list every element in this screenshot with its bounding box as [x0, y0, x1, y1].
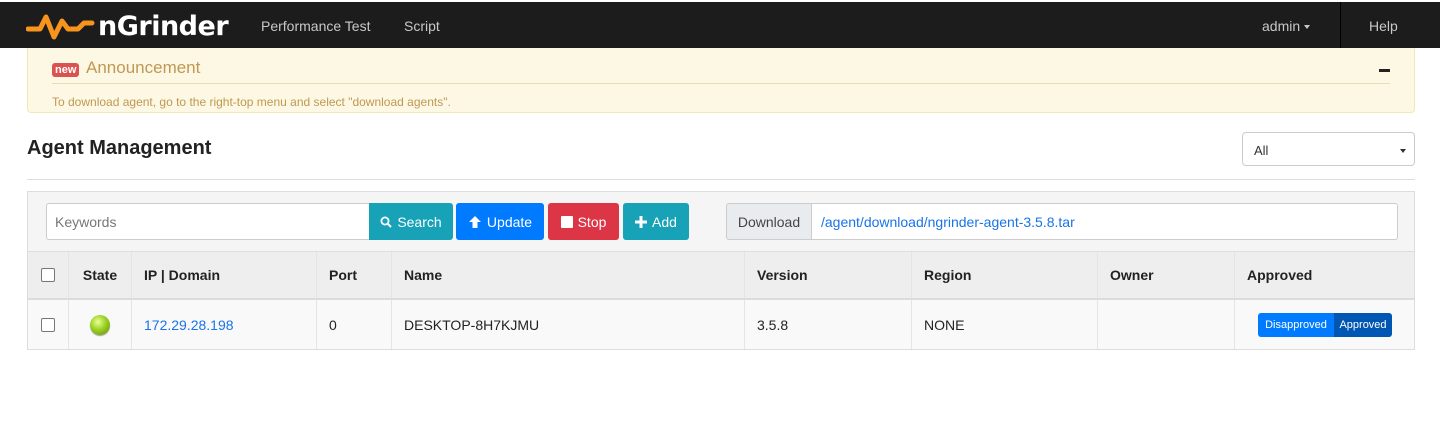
page-title: Agent Management: [27, 137, 212, 159]
search-button-label: Search: [397, 213, 442, 230]
owner-cell: [1097, 300, 1234, 349]
announcement-divider: [52, 83, 1390, 84]
row-select-cell: [28, 300, 68, 349]
new-badge: new: [52, 63, 80, 77]
region-select-value: All: [1254, 143, 1269, 158]
header-owner[interactable]: Owner: [1097, 252, 1234, 298]
table-header: State IP | Domain Port Name Version Regi…: [28, 251, 1414, 300]
agent-panel: Search Update Stop Add Download /agent/d…: [27, 191, 1415, 350]
disapproved-option[interactable]: Disapproved: [1258, 313, 1334, 337]
region-cell: NONE: [911, 300, 1097, 349]
approved-option[interactable]: Approved: [1334, 313, 1392, 337]
table-row: 172.29.28.198 0 DESKTOP-8H7KJMU 3.5.8 NO…: [28, 300, 1414, 349]
minus-icon[interactable]: [1379, 69, 1390, 72]
header-ip-domain[interactable]: IP | Domain: [131, 252, 316, 298]
header-select-cell: [28, 252, 68, 298]
download-agent-link[interactable]: /agent/download/ngrinder-agent-3.5.8.tar: [812, 203, 1398, 240]
brand-name: nGrinder: [98, 10, 229, 42]
caret-down-icon: [1304, 25, 1311, 30]
top-navbar: nGrinder Performance Test Script admin H…: [0, 0, 1440, 50]
state-cell: [68, 300, 131, 349]
nav-script[interactable]: Script: [404, 18, 440, 34]
brand-logo[interactable]: nGrinder: [26, 8, 229, 44]
region-select[interactable]: All: [1242, 132, 1415, 166]
row-checkbox[interactable]: [41, 317, 55, 332]
header-state[interactable]: State: [68, 252, 131, 298]
stop-button-label: Stop: [577, 213, 607, 230]
user-menu[interactable]: admin: [1262, 18, 1311, 34]
name-cell: DESKTOP-8H7KJMU: [391, 300, 744, 349]
version-cell: 3.5.8: [744, 300, 911, 349]
keywords-field[interactable]: [46, 203, 370, 240]
header-version[interactable]: Version: [744, 252, 911, 298]
arrow-up-icon: [468, 215, 481, 228]
header-region[interactable]: Region: [911, 252, 1097, 298]
announcement-panel: new Announcement To download agent, go t…: [27, 48, 1415, 113]
add-button-label: Add: [652, 213, 677, 230]
plus-icon: [635, 215, 648, 228]
announcement-title: Announcement: [86, 58, 201, 77]
ip-cell: 172.29.28.198: [131, 300, 316, 349]
announcement-text: To download agent, go to the right-top m…: [52, 95, 451, 109]
download-label: Download: [726, 203, 812, 240]
port-cell: 0: [316, 300, 391, 349]
stop-icon: [560, 215, 573, 228]
header-approved[interactable]: Approved: [1234, 252, 1414, 298]
header-port[interactable]: Port: [316, 252, 391, 298]
keywords-input[interactable]: [47, 204, 370, 239]
add-button[interactable]: Add: [623, 203, 689, 240]
pulse-logo-icon: [26, 14, 95, 40]
nav-performance-test[interactable]: Performance Test: [261, 18, 370, 34]
nav-divider: [1340, 2, 1341, 50]
chevron-down-icon: [1400, 149, 1406, 153]
select-all-checkbox[interactable]: [41, 268, 55, 282]
agent-ip-link[interactable]: 172.29.28.198: [144, 317, 234, 333]
approved-cell: Disapproved Approved: [1234, 300, 1414, 349]
status-running-icon: [90, 314, 110, 335]
approval-toggle[interactable]: Disapproved Approved: [1258, 313, 1392, 337]
update-button[interactable]: Update: [456, 203, 544, 240]
search-button[interactable]: Search: [369, 203, 453, 240]
search-icon: [380, 216, 393, 228]
nav-help[interactable]: Help: [1369, 18, 1398, 34]
user-menu-label: admin: [1262, 18, 1301, 34]
header-name[interactable]: Name: [391, 252, 744, 298]
title-divider: [27, 179, 1415, 180]
stop-button[interactable]: Stop: [548, 203, 619, 240]
update-button-label: Update: [486, 213, 533, 230]
